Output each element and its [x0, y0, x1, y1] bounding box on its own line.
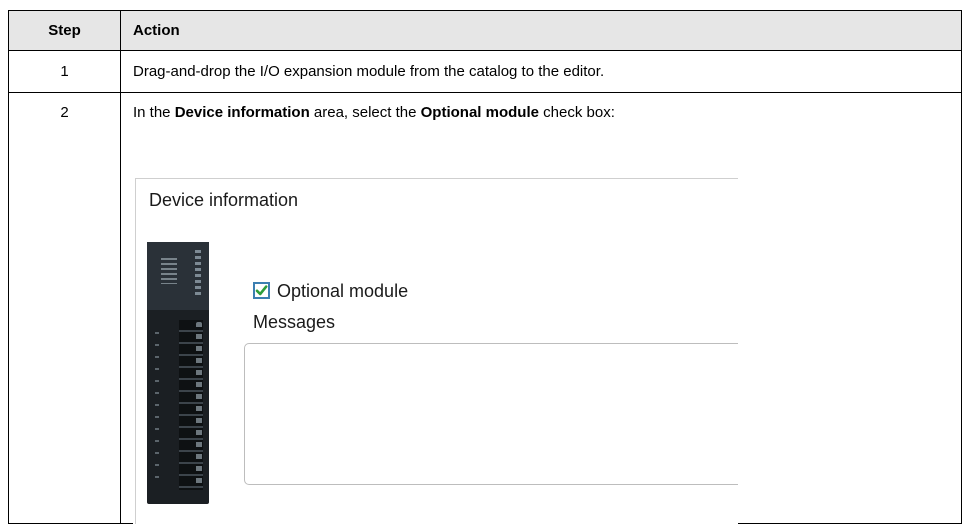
messages-label: Messages — [253, 312, 336, 332]
header-action: Action — [133, 22, 180, 39]
row-2-text-mid: area, select the — [309, 104, 421, 121]
column-divider — [120, 11, 121, 523]
row-1-step: 1 — [60, 63, 69, 80]
device-information-screenshot: Device information Optional module Messa… — [133, 178, 738, 524]
procedure-table: Step Action 1 Drag-and-drop the I/O expa… — [8, 10, 962, 524]
table-header: Step Action — [9, 11, 961, 51]
row-divider — [9, 92, 961, 93]
row-2-text-bold-optional-module: Optional module — [420, 104, 539, 121]
optional-module-checkbox[interactable] — [253, 282, 270, 299]
checkmark-icon — [255, 285, 268, 296]
row-2-text-post: check box: — [538, 104, 615, 121]
row-2-step: 2 — [60, 104, 69, 121]
row-2-action: In the Device information area, select t… — [133, 104, 615, 121]
io-expansion-module-image — [147, 242, 209, 504]
row-1-action: Drag-and-drop the I/O expansion module f… — [133, 63, 605, 80]
optional-module-label: Optional module — [277, 281, 409, 301]
row-2-text-bold-device-information: Device information — [174, 104, 310, 121]
header-step: Step — [48, 22, 81, 39]
device-information-title: Device information — [149, 190, 299, 210]
panel-top-border — [135, 178, 738, 179]
row-2-text-pre: In the — [133, 104, 175, 121]
panel-left-border — [135, 178, 136, 524]
messages-box[interactable] — [244, 343, 738, 485]
